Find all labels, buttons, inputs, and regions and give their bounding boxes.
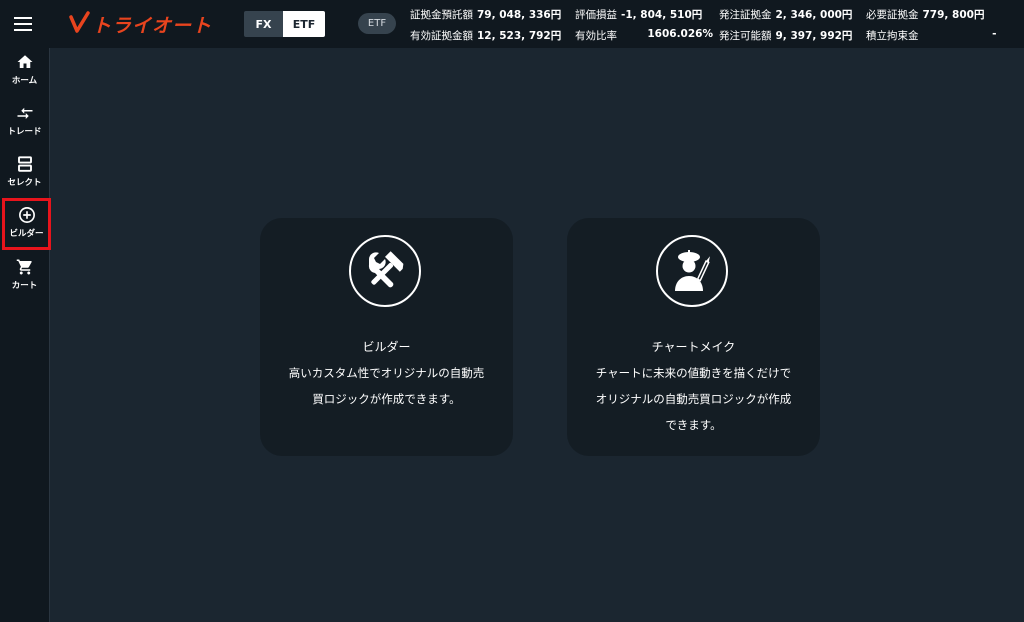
product-pill[interactable]: ETF	[358, 13, 396, 34]
stat-label: 必要証拠金	[866, 9, 919, 21]
logo-text: トライオート	[92, 14, 213, 37]
stat-value: 9, 397, 992円	[775, 30, 853, 42]
stat-label: 証拠金預託額	[410, 9, 473, 21]
card-description-line: チャートに未来の値動きを描くだけで	[595, 366, 792, 380]
stat-label: 積立拘束金	[866, 30, 919, 42]
stat-effective-ratio: 有効比率 1606.026%	[575, 28, 713, 43]
card-description-line: できます。	[665, 418, 722, 432]
stat-value: 2, 346, 000円	[775, 9, 853, 21]
sidebar-item-label: セレクト	[7, 178, 42, 188]
builder-card[interactable]: ビルダー 高いカスタム性でオリジナルの自動売 買ロジックが作成できます。	[260, 218, 513, 456]
stat-deposit: 証拠金預託額 79, 048, 336円	[410, 7, 561, 22]
card-description: チャートに未来の値動きを描くだけで オリジナルの自動売買ロジックが作成 できます…	[577, 360, 810, 438]
logo-mark-icon	[69, 11, 90, 33]
sidebar-item-home[interactable]: ホーム	[0, 48, 49, 96]
stat-label: 発注可能額	[719, 30, 772, 42]
app-logo[interactable]: トライオート	[68, 9, 212, 39]
card-description-line: オリジナルの自動売買ロジックが作成	[595, 392, 792, 406]
stat-value: -1, 804, 510円	[621, 9, 703, 21]
account-stats: 証拠金預託額 79, 048, 336円 評価損益 -1, 804, 510円 …	[410, 4, 1024, 46]
stat-order-margin: 発注証拠金 2, 346, 000円	[719, 7, 852, 22]
trade-arrows-icon	[17, 107, 32, 119]
top-bar: トライオート FX ETF ETF 証拠金預託額 79, 048, 336円 評…	[0, 0, 1024, 48]
stat-effective-margin: 有効証拠金額 12, 523, 792円	[410, 28, 561, 43]
sidebar-item-label: ビルダー	[9, 229, 44, 239]
segment-fx-button[interactable]: FX	[244, 11, 283, 37]
select-icon	[17, 156, 32, 172]
stat-label: 有効比率	[575, 30, 617, 42]
stat-orderable-amount: 発注可能額 9, 397, 992円	[719, 28, 852, 43]
market-segment-toggle: FX ETF	[244, 11, 325, 37]
plus-circle-icon	[18, 207, 35, 223]
sidebar-item-label: ホーム	[11, 76, 38, 86]
stat-required-margin: 必要証拠金 779, 800円	[866, 7, 984, 22]
stat-value: 1606.026%	[647, 28, 713, 40]
stat-unrealized-pl: 評価損益 -1, 804, 510円	[575, 7, 702, 22]
hamburger-menu-icon[interactable]	[14, 17, 32, 31]
stat-value: 779, 800円	[922, 9, 985, 21]
stat-accumulation-restricted: 積立拘束金 -	[866, 28, 997, 43]
artist-icon	[656, 235, 728, 307]
home-icon	[17, 55, 32, 68]
chart-make-card[interactable]: チャートメイク チャートに未来の値動きを描くだけで オリジナルの自動売買ロジック…	[567, 218, 820, 456]
segment-etf-button[interactable]: ETF	[283, 11, 325, 37]
stat-value: 79, 048, 336円	[477, 9, 562, 21]
sidebar-item-select[interactable]: セレクト	[0, 150, 49, 198]
card-description-line: 買ロジックが作成できます。	[312, 392, 461, 406]
card-title: チャートメイク	[651, 340, 736, 354]
sidebar-item-label: カート	[11, 281, 38, 291]
sidebar-item-label: トレード	[7, 127, 42, 137]
stat-value: 12, 523, 792円	[477, 30, 562, 42]
sidebar-item-trade[interactable]: トレード	[0, 99, 49, 147]
cart-icon	[16, 259, 32, 275]
card-description-line: 高いカスタム性でオリジナルの自動売	[288, 366, 485, 380]
card-description: 高いカスタム性でオリジナルの自動売 買ロジックが作成できます。	[270, 360, 503, 412]
sidebar: ホーム トレード セレクト ビルダー カート	[0, 48, 51, 622]
stat-label: 発注証拠金	[719, 9, 772, 21]
sidebar-item-cart[interactable]: カート	[0, 253, 49, 301]
sidebar-item-builder[interactable]: ビルダー	[2, 198, 51, 250]
stat-value: -	[992, 28, 997, 40]
stat-label: 有効証拠金額	[410, 30, 473, 42]
tools-icon	[349, 235, 421, 307]
stat-label: 評価損益	[575, 9, 617, 21]
card-title: ビルダー	[362, 340, 411, 354]
